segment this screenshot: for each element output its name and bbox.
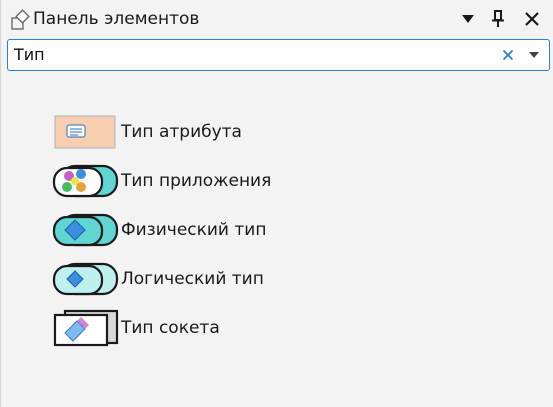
panel-title-bar: Панель элементов [1,0,553,38]
physical-type-icon [51,211,119,249]
list-item-label: Логический тип [121,269,264,289]
toolbox-icon [9,9,31,31]
toolbox-panel: Панель элементов Тип Тип атрибута Тип пр… [0,0,553,407]
list-item-physical-type[interactable]: Физический тип [51,211,451,249]
close-icon[interactable] [521,8,543,30]
list-item-attribute-type[interactable]: Тип атрибута [51,113,451,151]
list-item-label: Тип сокета [121,318,220,338]
pin-icon[interactable] [487,8,509,30]
list-item-logical-type[interactable]: Логический тип [51,260,451,298]
list-item-label: Тип приложения [121,171,272,191]
search-input[interactable] [8,40,484,69]
application-type-icon [51,162,119,200]
socket-type-icon [51,309,119,347]
search-box [7,39,550,71]
panel-title: Панель элементов [33,9,200,29]
list-item-label: Физический тип [121,220,267,240]
attribute-type-icon [51,113,119,151]
chevron-down-icon[interactable] [525,45,543,65]
list-item-label: Тип атрибута [121,122,242,142]
list-item-application-type[interactable]: Тип приложения [51,162,451,200]
list-item-socket-type[interactable]: Тип сокета [51,309,451,347]
clear-x-icon[interactable] [499,45,517,65]
logical-type-icon [51,260,119,298]
dropdown-menu-icon[interactable] [457,8,479,30]
